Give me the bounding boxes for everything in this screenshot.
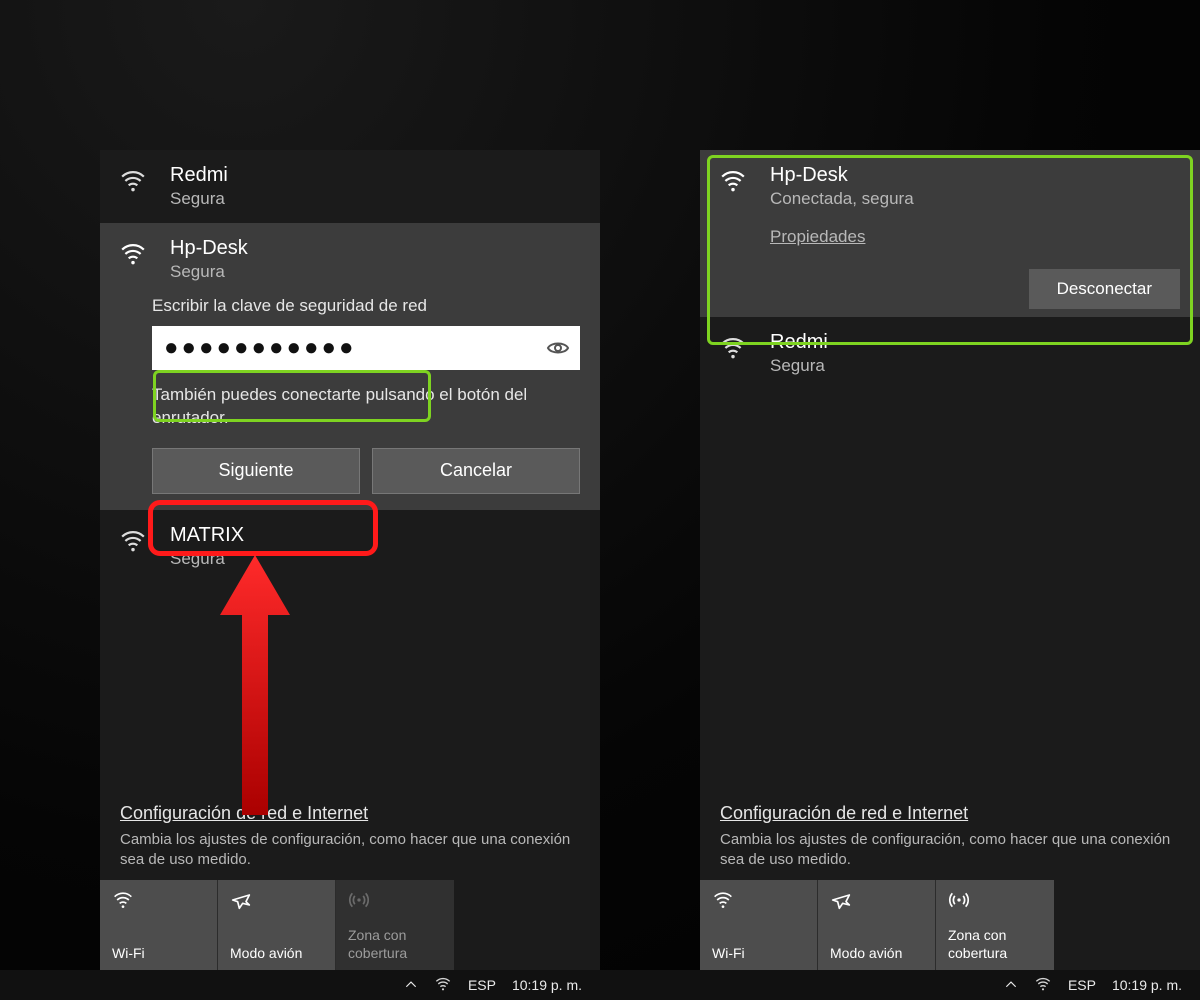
network-item-redmi[interactable]: Redmi Segura (700, 317, 1200, 390)
tile-label: Modo avión (230, 945, 323, 963)
taskbar: ESP 10:19 p. m. (0, 970, 600, 1000)
network-status: Segura (170, 262, 580, 282)
tile-label: Zona con cobertura (348, 927, 442, 962)
network-name: Hp-Desk (770, 164, 1180, 187)
network-settings-desc: Cambia los ajustes de configuración, com… (720, 830, 1180, 871)
network-name: Redmi (170, 164, 580, 187)
tile-label: Wi-Fi (112, 945, 205, 963)
wifi-icon (118, 524, 152, 554)
tile-wifi[interactable]: Wi-Fi (700, 880, 818, 970)
network-settings-link[interactable]: Configuración de red e Internet (120, 803, 368, 824)
network-name: Hp-Desk (170, 237, 580, 260)
tray-wifi-icon[interactable] (434, 976, 452, 994)
screenshot-right: Hp-Desk Conectada, segura Propiedades De… (600, 0, 1200, 1000)
disconnect-button[interactable]: Desconectar (1029, 269, 1180, 309)
wifi-icon (118, 164, 152, 194)
tray-overflow-icon[interactable] (404, 978, 418, 992)
show-password-icon[interactable] (546, 336, 570, 360)
tile-hotspot[interactable]: Zona con cobertura (936, 880, 1054, 970)
network-flyout: Hp-Desk Conectada, segura Propiedades De… (700, 150, 1200, 970)
flyout-footer: Configuración de red e Internet Cambia l… (700, 787, 1200, 881)
network-status: Segura (170, 189, 580, 209)
network-flyout: Redmi Segura Hp-Desk Segura Escribir la … (100, 150, 600, 970)
wifi-icon (118, 237, 152, 267)
tile-label: Zona con cobertura (948, 927, 1042, 962)
network-item-hpdesk-connected[interactable]: Hp-Desk Conectada, segura Propiedades De… (700, 150, 1200, 317)
properties-link[interactable]: Propiedades (770, 227, 865, 247)
quick-tiles: Wi-Fi Modo avión Zona con cobertura (100, 880, 600, 970)
tile-airplane[interactable]: Modo avión (218, 880, 336, 970)
tray-clock[interactable]: 10:19 p. m. (512, 977, 582, 993)
tray-clock[interactable]: 10:19 p. m. (1112, 977, 1182, 993)
wifi-icon (718, 331, 752, 361)
tray-language[interactable]: ESP (1068, 977, 1096, 993)
quick-tiles: Wi-Fi Modo avión Zona con cobertura (700, 880, 1200, 970)
tile-label: Modo avión (830, 945, 923, 963)
wps-hint: También puedes conectarte pulsando el bo… (152, 384, 580, 430)
next-button[interactable]: Siguiente (152, 448, 360, 494)
tile-airplane[interactable]: Modo avión (818, 880, 936, 970)
network-item-hpdesk[interactable]: Hp-Desk Segura (100, 223, 600, 296)
network-item-redmi[interactable]: Redmi Segura (100, 150, 600, 223)
tile-hotspot[interactable]: Zona con cobertura (336, 880, 454, 970)
tray-language[interactable]: ESP (468, 977, 496, 993)
network-item-matrix[interactable]: MATRIX Segura (100, 510, 600, 583)
cancel-button[interactable]: Cancelar (372, 448, 580, 494)
network-status: Segura (770, 356, 1180, 376)
connect-form: Escribir la clave de seguridad de red Ta… (100, 296, 600, 510)
screenshot-left: Redmi Segura Hp-Desk Segura Escribir la … (0, 0, 600, 1000)
flyout-footer: Configuración de red e Internet Cambia l… (100, 787, 600, 881)
network-name: Redmi (770, 331, 1180, 354)
password-prompt: Escribir la clave de seguridad de red (152, 296, 580, 316)
tray-overflow-icon[interactable] (1004, 978, 1018, 992)
network-settings-desc: Cambia los ajustes de configuración, com… (120, 830, 580, 871)
password-input[interactable] (152, 326, 580, 370)
taskbar: ESP 10:19 p. m. (600, 970, 1200, 1000)
network-status: Conectada, segura (770, 189, 1180, 209)
tile-label: Wi-Fi (712, 945, 805, 963)
network-settings-link[interactable]: Configuración de red e Internet (720, 803, 968, 824)
tile-wifi[interactable]: Wi-Fi (100, 880, 218, 970)
tray-wifi-icon[interactable] (1034, 976, 1052, 994)
wifi-icon (718, 164, 752, 194)
network-name: MATRIX (170, 524, 580, 547)
network-status: Segura (170, 549, 580, 569)
